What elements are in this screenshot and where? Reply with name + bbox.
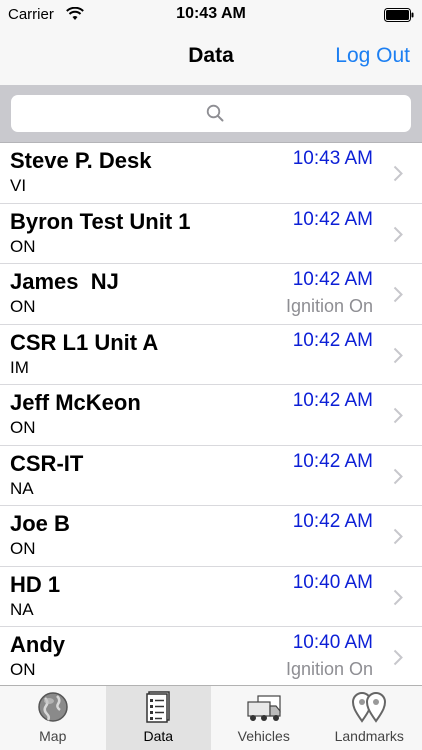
clock: 10:43 AM (176, 5, 246, 22)
table-row[interactable]: Andy ON 10:40 AM Ignition On (0, 627, 422, 685)
tab-map[interactable]: Map (0, 686, 106, 750)
chevron-right-icon (393, 468, 403, 484)
tab-vehicles[interactable]: Vehicles (211, 686, 317, 750)
unit-time: 10:40 AM (292, 632, 373, 653)
unit-name: Andy (10, 632, 65, 657)
tab-label: Landmarks (334, 728, 404, 744)
unit-name: HD 1 (10, 571, 61, 597)
unit-time: 10:42 AM (292, 208, 373, 230)
unit-name: Steve P. Desk (10, 148, 152, 173)
nav-bar: Data Log Out (0, 32, 422, 85)
unit-detail: Ignition On (285, 296, 373, 316)
table-row[interactable]: CSR L1 Unit A IM 10:42 AM (0, 325, 422, 385)
table-row[interactable]: CSR-IT NA 10:42 AM (0, 446, 422, 506)
landmark-pins-icon (352, 692, 387, 723)
unit-status: ON (10, 418, 36, 437)
unit-time: 10:42 AM (292, 450, 373, 472)
globe-icon (38, 692, 68, 722)
table-row[interactable]: Jeff McKeon ON 10:42 AM (0, 385, 422, 446)
search-bar (0, 85, 422, 143)
status-bar: Carrier 10:43 AM (0, 0, 422, 32)
chevron-right-icon (393, 407, 403, 424)
table-row[interactable]: Steve P. Desk VI 10:43 AM (0, 143, 422, 204)
table-row[interactable]: HD 1 NA 10:40 AM (0, 567, 422, 627)
unit-status: VI (10, 176, 27, 195)
unit-time: 10:42 AM (292, 269, 373, 290)
unit-name: Jeff McKeon (10, 390, 141, 415)
chevron-right-icon (393, 649, 403, 666)
unit-time: 10:43 AM (292, 148, 373, 169)
battery-icon (384, 8, 414, 22)
unit-status: IM (10, 357, 29, 377)
tab-landmarks[interactable]: Landmarks (317, 686, 422, 750)
chevron-right-icon (393, 165, 403, 182)
tab-data[interactable]: Data (105, 686, 211, 750)
search-input[interactable] (11, 95, 411, 132)
unit-name: Byron Test Unit 1 (10, 208, 191, 234)
tab-label: Data (143, 728, 174, 744)
table-row[interactable]: Byron Test Unit 1 ON 10:42 AM (0, 204, 422, 264)
document-list-icon (146, 691, 170, 723)
log-out-button[interactable]: Log Out (335, 44, 410, 68)
unit-detail: Ignition On (285, 659, 373, 679)
unit-status: ON (10, 236, 36, 256)
chevron-right-icon (393, 347, 403, 363)
trucks-icon (247, 695, 281, 721)
chevron-right-icon (393, 589, 403, 605)
chevron-right-icon (393, 226, 403, 242)
unit-name: Joe B (10, 511, 70, 536)
tab-label: Map (39, 728, 67, 744)
unit-status: ON (10, 539, 36, 558)
table-row[interactable]: Joe B ON 10:42 AM (0, 506, 422, 567)
unit-name: CSR L1 Unit A (10, 329, 159, 355)
search-icon (206, 104, 224, 122)
unit-name: James NJ (10, 269, 119, 294)
tab-bar: Map Data Vehicles Landmarks (0, 685, 422, 750)
tab-label: Vehicles (237, 728, 290, 744)
chevron-right-icon (393, 286, 403, 303)
unit-time: 10:42 AM (292, 390, 373, 411)
unit-status: ON (10, 660, 36, 679)
unit-status: NA (10, 478, 34, 498)
chevron-right-icon (393, 528, 403, 545)
unit-list: Steve P. Desk VI 10:43 AM Byron Test Uni… (0, 143, 422, 685)
unit-status: ON (10, 297, 36, 316)
unit-time: 10:40 AM (292, 571, 373, 593)
table-row[interactable]: James NJ ON 10:42 AM Ignition On (0, 264, 422, 325)
unit-time: 10:42 AM (292, 329, 373, 351)
unit-time: 10:42 AM (292, 511, 373, 532)
unit-status: NA (10, 599, 34, 619)
unit-name: CSR-IT (10, 450, 84, 476)
